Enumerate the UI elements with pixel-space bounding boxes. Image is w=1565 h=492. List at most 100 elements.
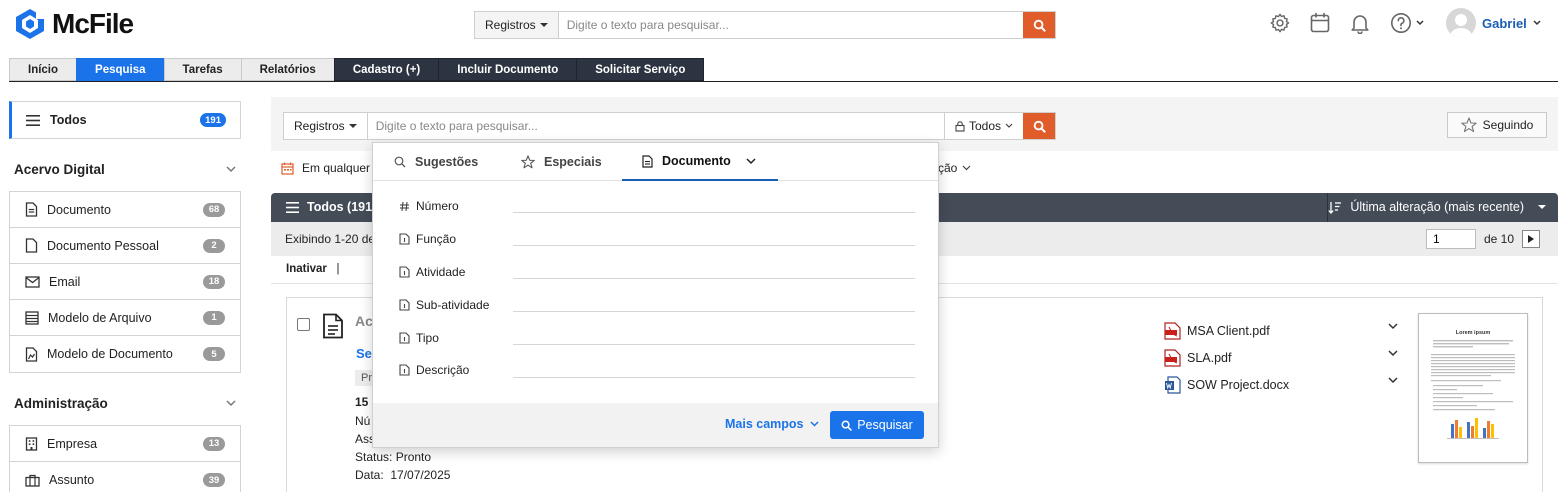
field-descricao[interactable]: Descrição: [399, 363, 469, 377]
result-checkbox[interactable]: [297, 318, 310, 331]
sidebar-item-assunto[interactable]: Assunto 39: [10, 462, 240, 492]
search-icon: [394, 156, 406, 168]
global-search-scope-select[interactable]: Registros: [475, 12, 559, 38]
help-button[interactable]: [1388, 9, 1426, 37]
count-badge: 39: [203, 473, 225, 487]
nav-tab-inicio[interactable]: Início: [9, 58, 77, 81]
count-badge: 5: [203, 347, 225, 361]
field-input-line[interactable]: [513, 344, 915, 345]
main-search-scope-select[interactable]: Registros: [284, 113, 368, 139]
sort-select[interactable]: Última alteração (mais recente): [1328, 200, 1546, 214]
tab-documento[interactable]: Documento: [622, 143, 778, 181]
sidebar-item-documento[interactable]: Documento 68: [10, 192, 240, 228]
section-header-acervo-digital[interactable]: Acervo Digital: [9, 153, 241, 185]
briefcase-icon: [25, 474, 40, 487]
attachments-list: MSA Client.pdf SLA.pdf SOW Project.docx: [1164, 317, 1404, 398]
lock-icon: [955, 120, 965, 132]
status-value: Pronto: [395, 450, 432, 464]
date-filter-label: Em qualquer: [302, 161, 371, 175]
chevron-down-icon: [809, 421, 819, 427]
nav-tab-pesquisa[interactable]: Pesquisa: [76, 58, 164, 81]
search-icon: [1033, 120, 1046, 133]
header-actions: Gabriel: [1268, 8, 1541, 38]
count-badge: 1: [203, 310, 225, 325]
nav-tab-cadastro[interactable]: Cadastro (+): [333, 58, 439, 81]
field-tipo[interactable]: Tipo: [399, 331, 439, 345]
field-doc-icon: [399, 266, 410, 278]
sidebar-item-email[interactable]: Email 18: [10, 264, 240, 300]
result-link[interactable]: Se: [356, 346, 372, 361]
sidebar-item-modelo-de-arquivo[interactable]: Modelo de Arquivo 1: [10, 300, 240, 336]
thumbnail-title: Lorem ipsum: [1456, 330, 1491, 336]
result-title[interactable]: Ac: [355, 313, 373, 329]
sidebar-item-modelo-de-documento[interactable]: Modelo de Documento 5: [10, 336, 240, 372]
search-submit-button[interactable]: Pesquisar: [830, 411, 924, 439]
main-search-button[interactable]: [1023, 113, 1055, 139]
sidebar-item-todos[interactable]: Todos 191: [9, 101, 241, 139]
sidebar-list-administracao: Empresa 13 Assunto 39: [9, 425, 241, 492]
search-icon: [1033, 19, 1046, 32]
attachment-item[interactable]: SLA.pdf: [1164, 344, 1404, 371]
nav-tab-solicitar-servico[interactable]: Solicitar Serviço: [576, 58, 705, 81]
global-search-button[interactable]: [1023, 12, 1055, 38]
notifications-button[interactable]: [1348, 9, 1372, 37]
field-input-line[interactable]: [513, 311, 915, 312]
chevron-down-icon[interactable]: [1388, 350, 1398, 357]
follow-button[interactable]: Seguindo: [1447, 112, 1547, 138]
settings-icon: [1270, 13, 1290, 33]
action-divider: |: [336, 263, 340, 275]
field-input-line[interactable]: [513, 212, 915, 213]
attachment-item[interactable]: SOW Project.docx: [1164, 371, 1404, 398]
nav-tab-incluir-documento[interactable]: Incluir Documento: [438, 58, 577, 81]
field-funcao[interactable]: Função: [399, 232, 456, 246]
nav-tab-tarefas[interactable]: Tarefas: [163, 58, 241, 81]
results-title-text: Todos (191: [307, 200, 373, 214]
field-numero[interactable]: Número: [399, 199, 459, 213]
play-right-icon: [1528, 235, 1534, 243]
dropdown-footer: Mais campos Pesquisar: [373, 403, 938, 447]
sidebar-item-documento-pessoal[interactable]: Documento Pessoal 2: [10, 228, 240, 264]
situation-filter[interactable]: ção: [938, 161, 971, 175]
calendar-icon: [281, 162, 294, 175]
more-fields-button[interactable]: Mais campos: [725, 417, 819, 431]
field-atividade[interactable]: Atividade: [399, 265, 465, 279]
inativar-action[interactable]: Inativar |: [286, 263, 340, 275]
attachment-item[interactable]: MSA Client.pdf: [1164, 317, 1404, 344]
field-label: Descrição: [416, 363, 470, 377]
document-thumbnail[interactable]: Lorem ipsum: [1418, 313, 1528, 463]
personal-document-icon: [25, 238, 38, 253]
calendar-button[interactable]: [1308, 9, 1332, 37]
access-filter-select[interactable]: Todos: [943, 113, 1023, 139]
tab-sugestoes[interactable]: Sugestões: [394, 143, 478, 181]
field-input-line[interactable]: [513, 377, 915, 378]
pagination: de 10: [1425, 229, 1540, 249]
sidebar-item-label: Modelo de Documento: [47, 347, 173, 361]
field-input-line[interactable]: [513, 245, 915, 246]
section-header-administracao[interactable]: Administração: [9, 387, 241, 419]
date-filter[interactable]: Em qualquer: [281, 161, 370, 175]
nav-tab-relatorios[interactable]: Relatórios: [240, 58, 334, 81]
field-input-line[interactable]: [513, 278, 915, 279]
user-menu[interactable]: Gabriel: [1446, 8, 1541, 38]
main-search-input[interactable]: [367, 113, 944, 139]
attachment-name: SOW Project.docx: [1187, 377, 1290, 392]
chevron-down-icon[interactable]: [1388, 377, 1398, 384]
chevron-down-icon[interactable]: [1388, 323, 1398, 330]
field-label: Sub-atividade: [416, 298, 490, 312]
logo-icon: [16, 9, 45, 39]
settings-button[interactable]: [1268, 9, 1292, 37]
sidebar-item-empresa[interactable]: Empresa 13: [10, 426, 240, 462]
field-sub-atividade[interactable]: Sub-atividade: [399, 298, 489, 312]
next-page-button[interactable]: [1522, 230, 1540, 248]
page-number-input[interactable]: [1425, 229, 1476, 249]
hash-icon: [400, 201, 409, 211]
attachment-name: SLA.pdf: [1187, 350, 1232, 365]
sidebar-item-label: Documento: [47, 202, 111, 217]
field-doc-icon: [399, 364, 410, 376]
sidebar-item-label: Email: [49, 274, 81, 289]
tab-especiais[interactable]: Especiais: [521, 143, 602, 181]
main-nav: Início Pesquisa Tarefas Relatórios Cadas…: [9, 58, 705, 81]
global-search-input[interactable]: [558, 12, 1023, 38]
count-badge: 18: [203, 274, 225, 289]
logo[interactable]: McFile: [14, 8, 134, 40]
